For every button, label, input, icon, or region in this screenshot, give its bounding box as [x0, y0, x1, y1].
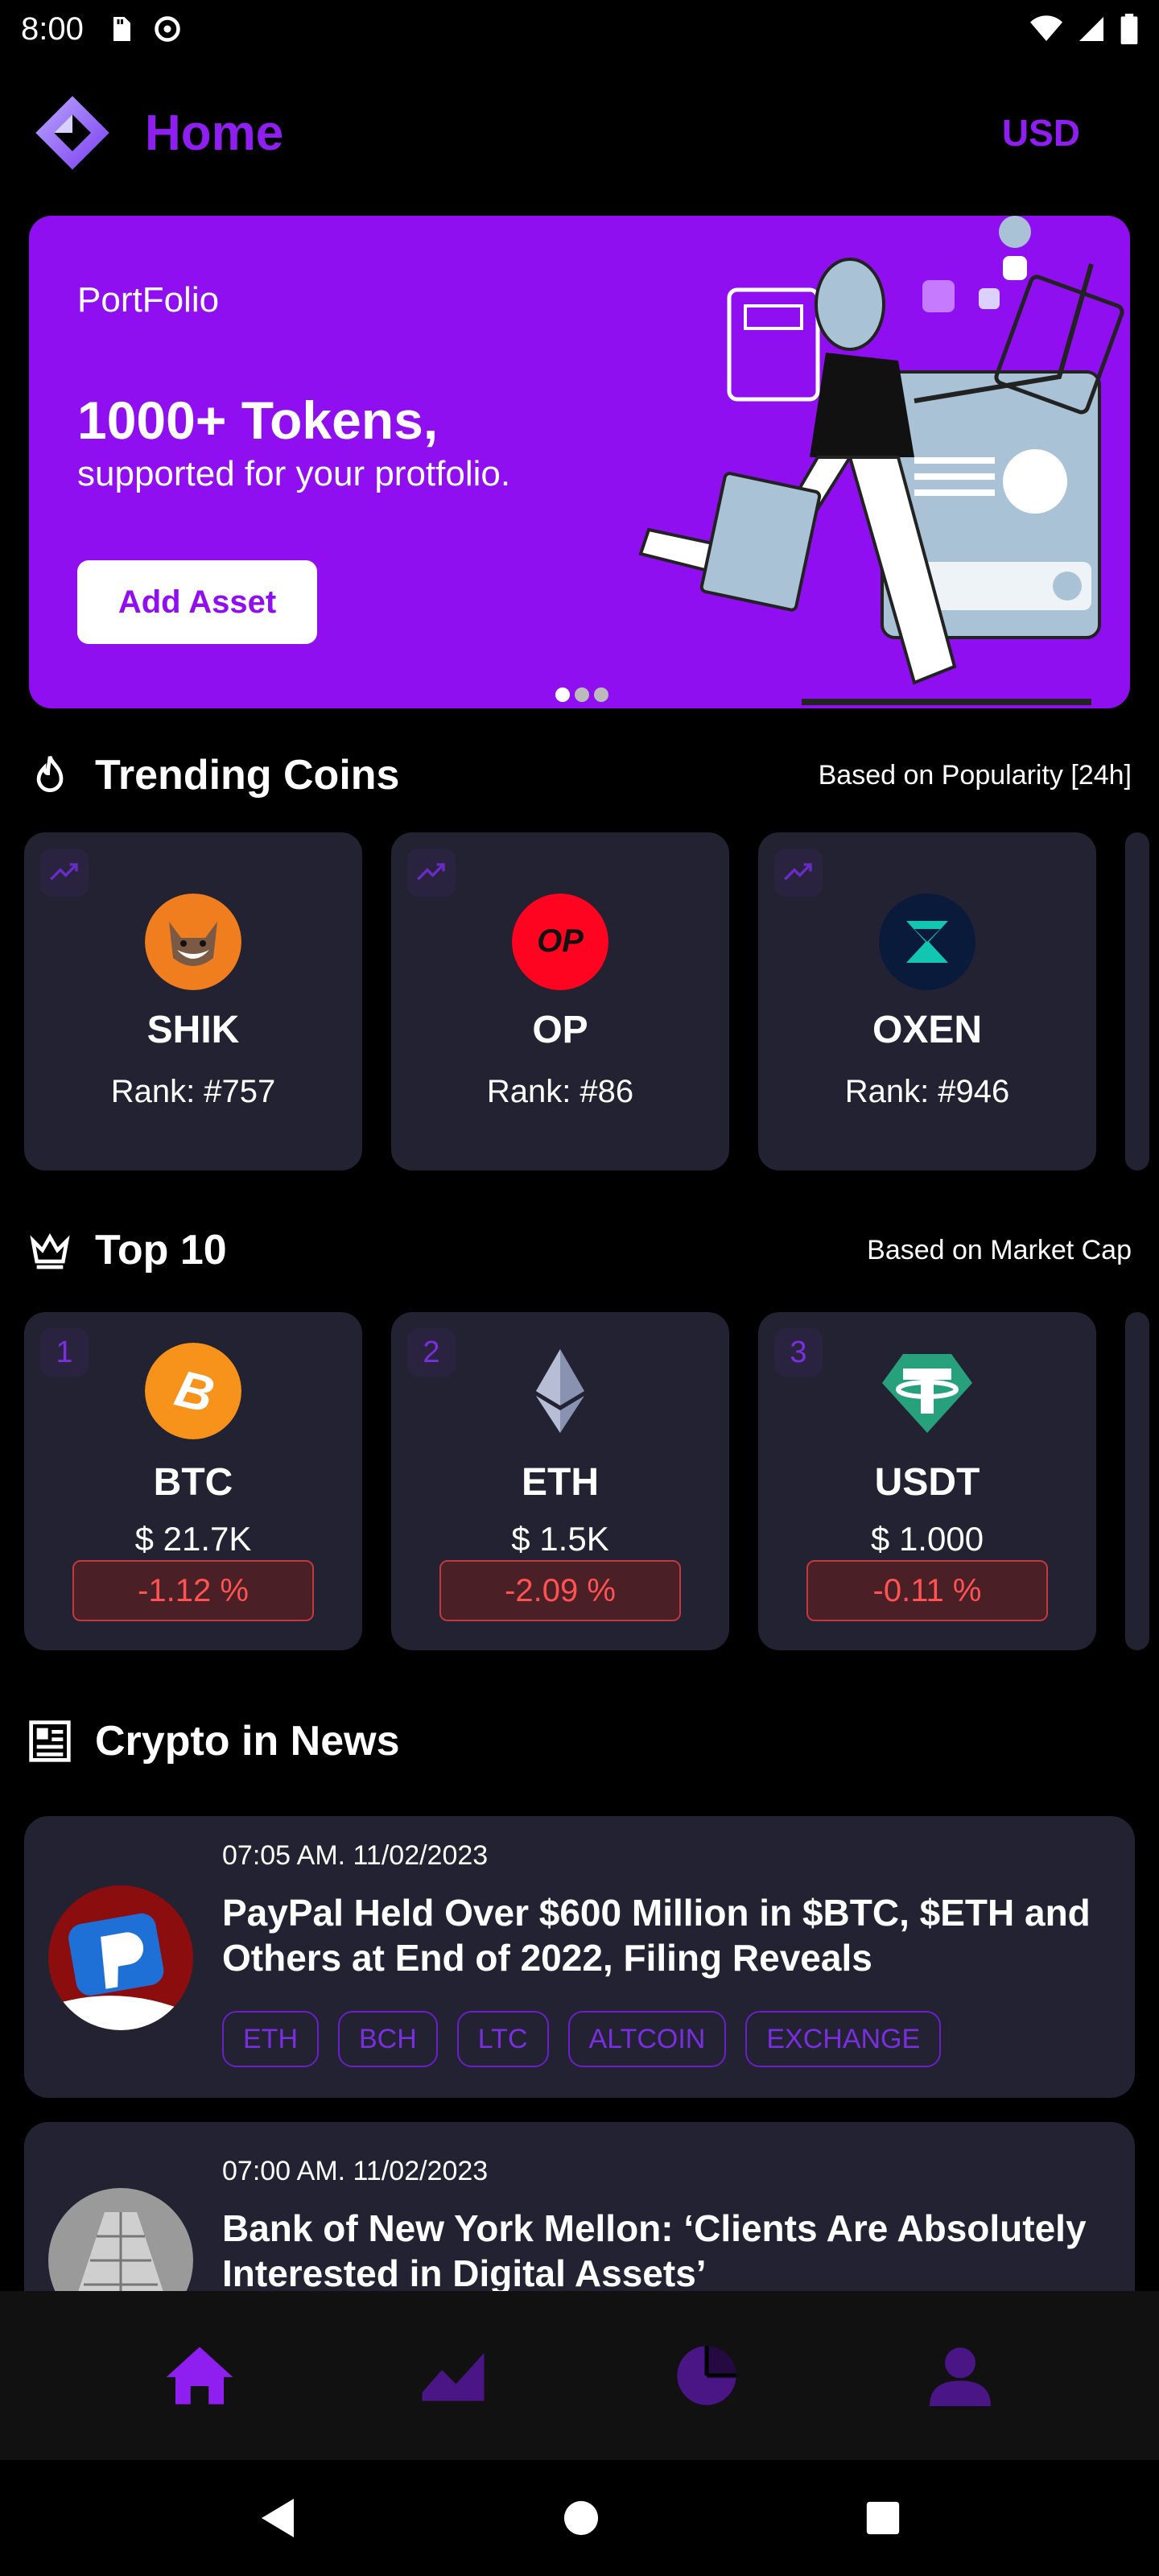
btc-coin-icon: B — [145, 1343, 241, 1439]
trending-list[interactable]: SHIK Rank: #757 OP OP Rank: #86 OXEN Ran… — [24, 832, 1159, 1170]
top10-card-partial[interactable] — [1125, 1312, 1149, 1650]
coin-rank: Rank: #757 — [110, 1074, 276, 1109]
shik-coin-icon — [145, 894, 241, 990]
eth-coin-icon — [536, 1349, 584, 1433]
trending-card-op[interactable]: OP OP Rank: #86 — [391, 832, 729, 1170]
coin-symbol: OP — [532, 1009, 588, 1051]
news-thumbnail — [48, 2188, 193, 2291]
rank-badge: 2 — [407, 1328, 456, 1377]
coin-price: $ 1.5K — [511, 1520, 609, 1558]
trending-card-shik[interactable]: SHIK Rank: #757 — [24, 832, 362, 1170]
news-tag[interactable]: LTC — [456, 2011, 549, 2067]
top10-header: Top 10 Based on Market Cap — [27, 1214, 1132, 1286]
news-tags: ETH BCH LTC ALTCOIN EXCHANGE — [222, 2011, 942, 2067]
banner-illustration — [638, 216, 1124, 705]
back-icon[interactable] — [258, 2497, 297, 2539]
person-icon — [929, 2347, 991, 2406]
rank-badge: 3 — [774, 1328, 823, 1377]
fire-icon — [36, 755, 64, 792]
trending-card-partial[interactable] — [1125, 832, 1149, 1170]
trending-header: Trending Coins Based on Popularity [24h] — [27, 739, 1132, 811]
nav-portfolio[interactable] — [662, 2331, 751, 2420]
oxen-coin-icon — [879, 894, 975, 990]
app-header: Home USD — [0, 80, 1159, 185]
top10-title: Top 10 — [95, 1227, 227, 1274]
coin-price: $ 21.7K — [134, 1520, 252, 1558]
trend-up-icon — [774, 848, 823, 897]
top10-card-btc[interactable]: 1 B BTC $ 21.7K -1.12 % — [24, 1312, 362, 1650]
status-time: 8:00 — [21, 10, 84, 47]
news-tag[interactable]: ALTCOIN — [567, 2011, 727, 2067]
news-time: 07:00 AM. 11/02/2023 — [222, 2156, 489, 2186]
home-icon — [166, 2347, 233, 2405]
usdt-coin-icon — [882, 1354, 972, 1433]
news-thumbnail — [48, 1885, 193, 2030]
battery-icon — [1120, 14, 1138, 44]
coin-symbol: BTC — [153, 1461, 233, 1504]
top10-note: Based on Market Cap — [867, 1234, 1132, 1265]
price-change: -0.11 % — [806, 1560, 1048, 1621]
news-title: Crypto in News — [95, 1718, 400, 1765]
paypal-logo-icon — [48, 1885, 193, 2030]
trending-title: Trending Coins — [95, 752, 400, 799]
banner-subline: supported for your protfolio. — [77, 454, 511, 493]
news-time: 07:05 AM. 11/02/2023 — [222, 1840, 489, 1871]
coin-price: $ 1.000 — [870, 1520, 984, 1558]
building-photo-icon — [48, 2188, 193, 2291]
page-title: Home — [145, 105, 284, 161]
top10-card-usdt[interactable]: 3 USDT $ 1.000 -0.11 % — [758, 1312, 1096, 1650]
carousel-dot[interactable] — [575, 687, 589, 702]
add-asset-button[interactable]: Add Asset — [77, 560, 317, 644]
area-chart-icon — [422, 2353, 484, 2401]
trending-note: Based on Popularity [24h] — [818, 759, 1132, 791]
top10-card-eth[interactable]: 2 ETH $ 1.5K -2.09 % — [391, 1312, 729, 1650]
news-tag[interactable]: BCH — [338, 2011, 438, 2067]
news-tag[interactable]: EXCHANGE — [745, 2011, 942, 2067]
coin-symbol: USDT — [874, 1461, 980, 1504]
wifi-icon — [1030, 15, 1062, 41]
news-headline: PayPal Held Over $600 Million in $BTC, $… — [222, 1892, 1091, 1979]
status-bar: 8:00 — [0, 0, 1159, 58]
trend-up-icon — [407, 848, 456, 897]
newspaper-icon — [29, 1720, 71, 1762]
coin-symbol: SHIK — [146, 1009, 240, 1051]
carousel-indicator[interactable] — [555, 687, 608, 702]
nav-markets[interactable] — [409, 2331, 497, 2420]
carousel-dot[interactable] — [555, 687, 570, 702]
coin-rank: Rank: #86 — [486, 1074, 634, 1109]
news-header: Crypto in News — [27, 1705, 1132, 1777]
nav-home[interactable] — [155, 2331, 244, 2420]
carousel-dot[interactable] — [594, 687, 608, 702]
news-headline: Bank of New York Mellon: ‘Clients Are Ab… — [222, 2207, 1087, 2291]
trend-up-icon — [40, 848, 89, 897]
news-tag[interactable]: ETH — [222, 2011, 319, 2067]
price-change: -1.12 % — [72, 1560, 314, 1621]
recents-icon[interactable] — [865, 2500, 901, 2536]
banner-label: PortFolio — [77, 280, 220, 320]
coin-symbol: OXEN — [872, 1009, 983, 1051]
portfolio-banner[interactable]: PortFolio 1000+ Tokens, supported for yo… — [29, 216, 1130, 708]
home-circle-icon[interactable] — [563, 2500, 600, 2537]
coin-rank: Rank: #946 — [844, 1074, 1010, 1109]
op-coin-icon: OP — [512, 894, 608, 990]
trending-card-oxen[interactable]: OXEN Rank: #946 — [758, 832, 1096, 1170]
news-item[interactable]: 07:00 AM. 11/02/2023 Bank of New York Me… — [24, 2122, 1135, 2291]
cell-signal-icon — [1079, 17, 1103, 41]
at-sign-icon — [155, 16, 180, 42]
rank-badge: 1 — [40, 1328, 89, 1377]
top10-list[interactable]: 1 B BTC $ 21.7K -1.12 % 2 ETH $ 1.5K -2.… — [24, 1312, 1159, 1650]
crown-icon — [30, 1232, 70, 1269]
news-item[interactable]: 07:05 AM. 11/02/2023 PayPal Held Over $6… — [24, 1816, 1135, 2098]
sd-card-icon — [113, 17, 130, 41]
pie-chart-icon — [676, 2346, 736, 2405]
system-navigation — [0, 2460, 1159, 2576]
currency-selector[interactable]: USD — [1002, 111, 1080, 155]
coin-symbol: ETH — [522, 1461, 599, 1504]
nav-profile[interactable] — [916, 2331, 1004, 2420]
bottom-navigation — [0, 2291, 1159, 2460]
app-logo-icon — [35, 96, 109, 170]
banner-headline: 1000+ Tokens, — [77, 390, 439, 450]
price-change: -2.09 % — [439, 1560, 681, 1621]
svg-text:OP: OP — [537, 923, 584, 959]
